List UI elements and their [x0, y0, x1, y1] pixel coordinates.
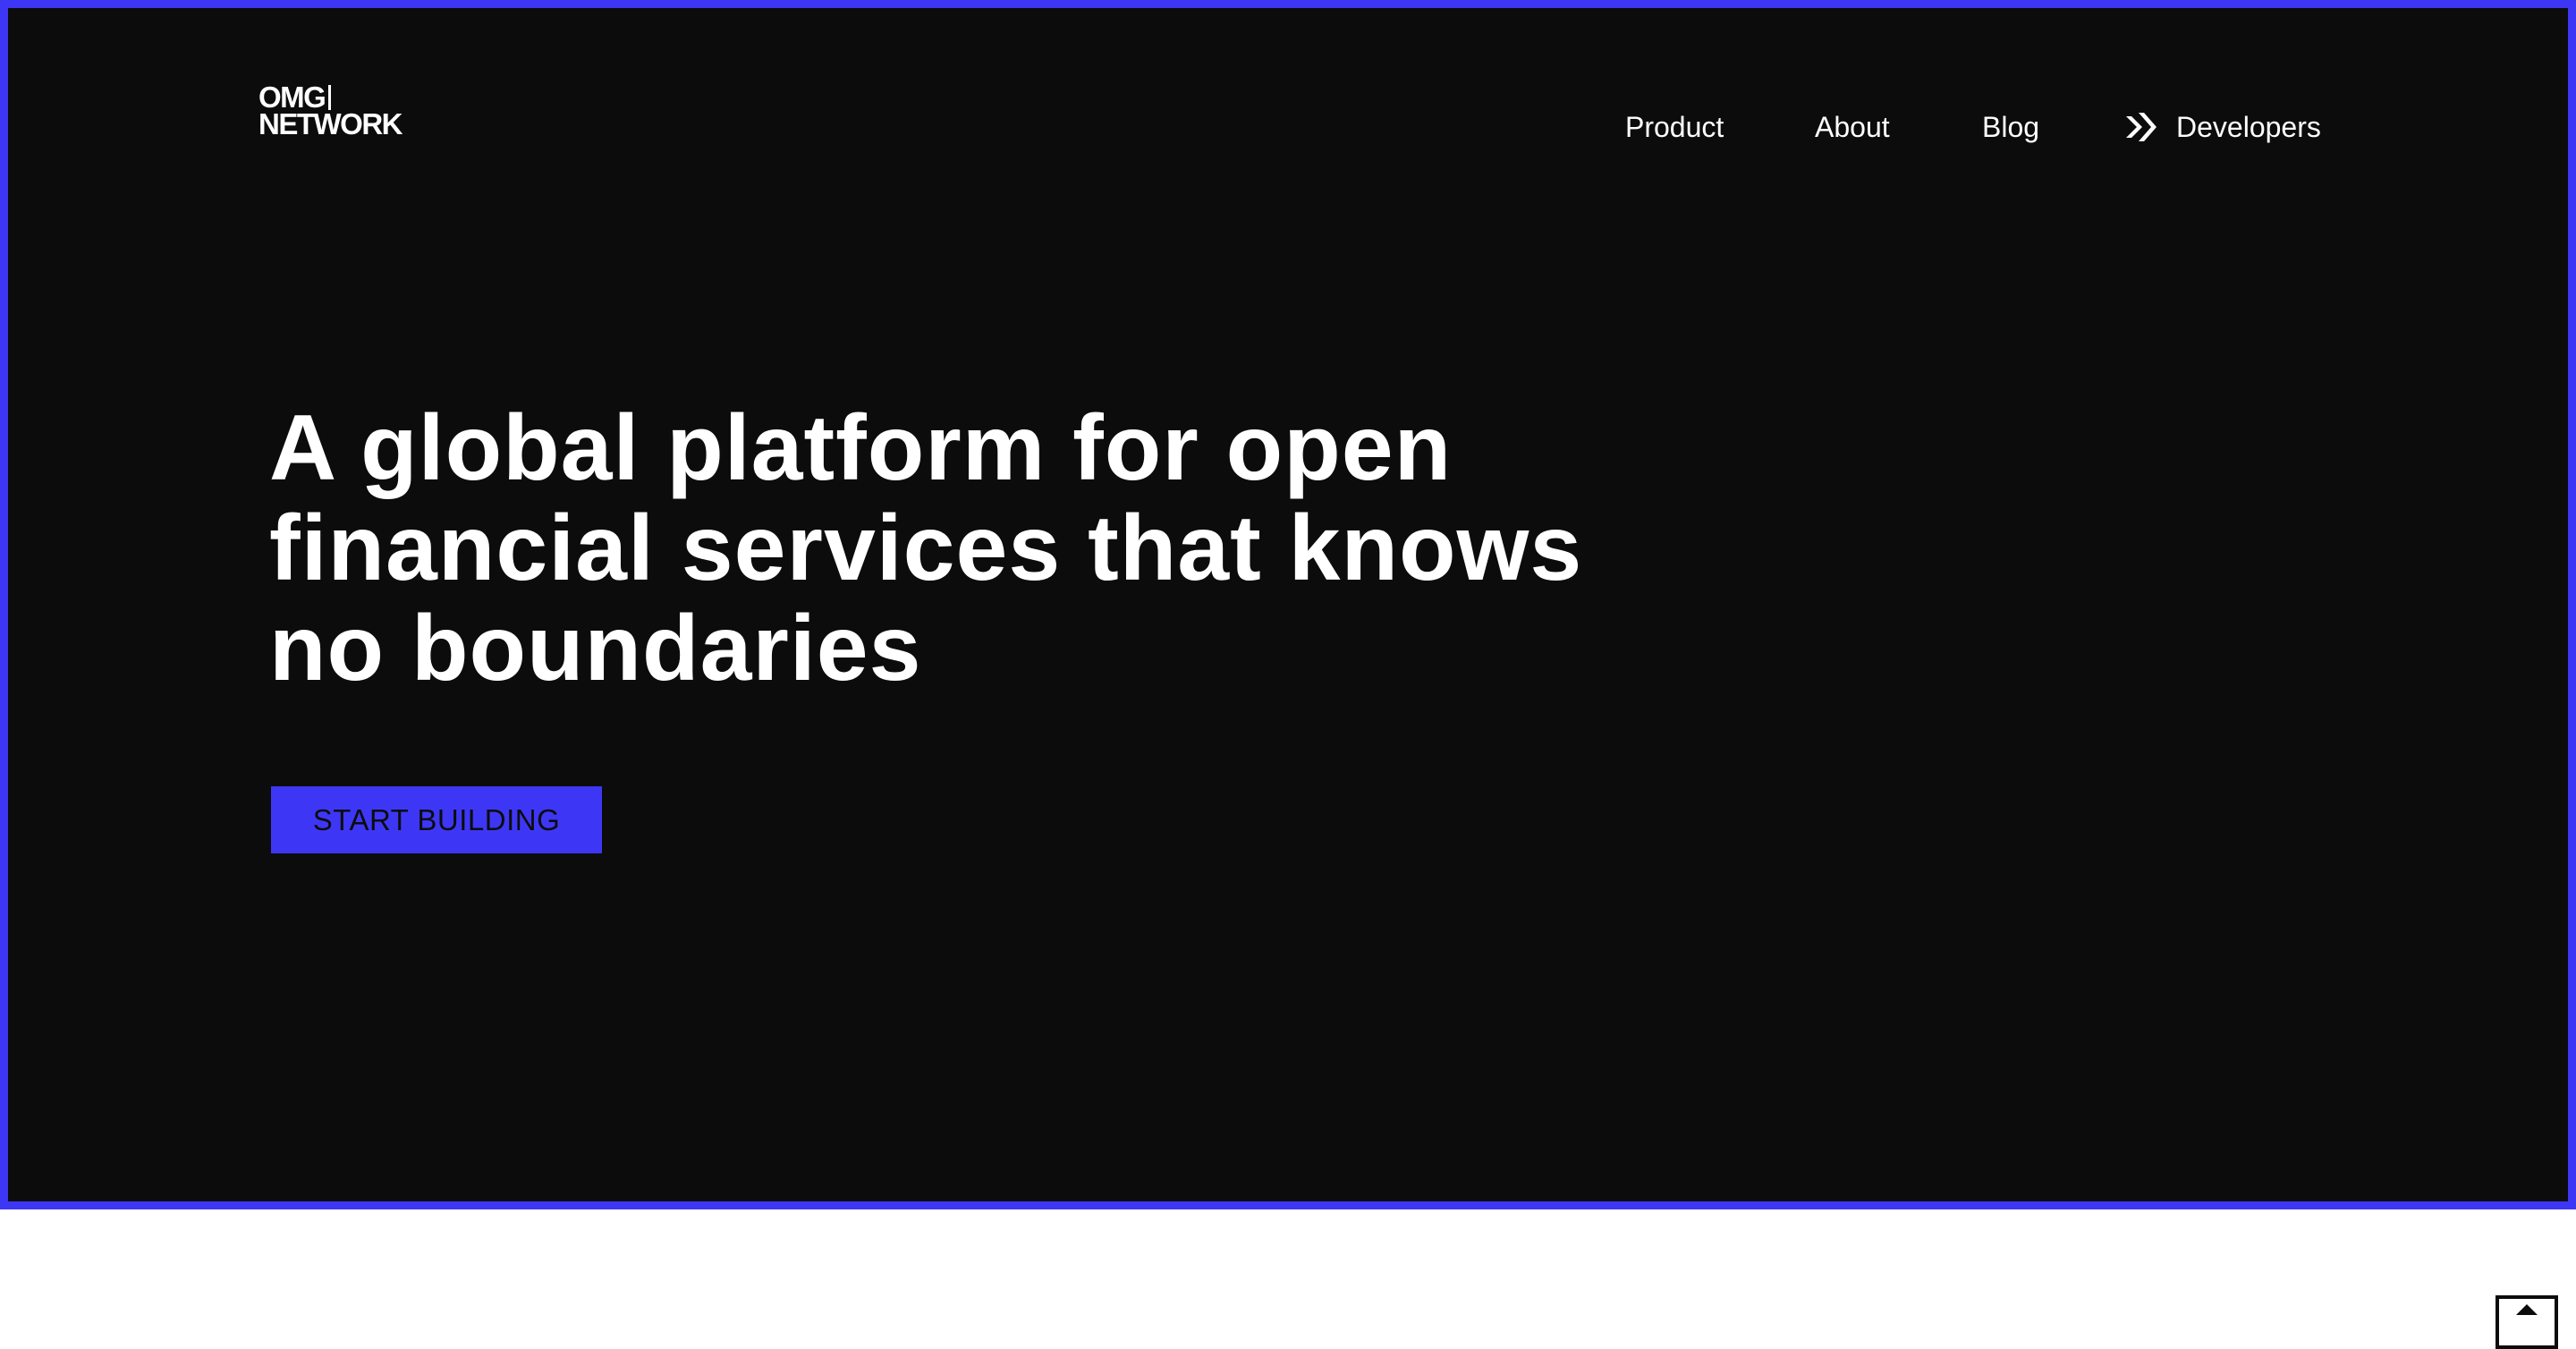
nav-about-link[interactable]: About: [1815, 101, 1890, 153]
nav-blog-link[interactable]: Blog: [1982, 101, 2039, 153]
nav-product-link[interactable]: Product: [1625, 101, 1724, 153]
developers-icon: [2124, 111, 2160, 143]
hero-section: OMG NETWORK Product About Blog Developer…: [0, 0, 2576, 1209]
chevron-up-icon: [2513, 1299, 2540, 1345]
nav-developers-label: Developers: [2176, 110, 2321, 143]
start-building-button[interactable]: START BUILDING: [271, 786, 602, 853]
nav-developers-link[interactable]: Developers: [2124, 101, 2321, 153]
main-nav: Product About Blog Developers: [8, 101, 2576, 153]
hero-headline: A global platform for open financial ser…: [269, 396, 1583, 700]
scroll-to-top-button[interactable]: [2496, 1295, 2558, 1349]
